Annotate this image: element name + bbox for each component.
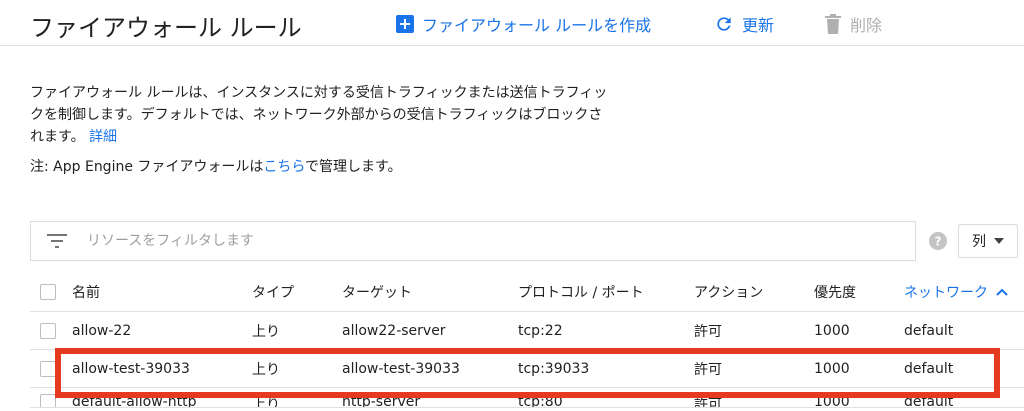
column-header-network[interactable]: ネットワーク (904, 282, 1008, 302)
rule-network[interactable]: default (904, 394, 953, 407)
columns-label: 列 (972, 234, 986, 250)
filter-icon (47, 234, 67, 248)
toolbar: ファイアウォール ルール ファイアウォール ルールを作成 更新 削除 (0, 0, 1024, 46)
rule-target: allow22-server (342, 322, 446, 339)
rule-action: 許可 (694, 323, 722, 340)
rule-network[interactable]: default (904, 323, 953, 339)
app-engine-link[interactable]: こちら (263, 159, 305, 175)
select-all-checkbox[interactable] (40, 283, 56, 300)
rule-priority: 1000 (814, 322, 850, 339)
learn-more-link[interactable]: 詳細 (89, 129, 117, 145)
rule-target: allow-test-39033 (342, 360, 460, 377)
column-header-action[interactable]: アクション (694, 282, 763, 302)
column-header-name[interactable]: 名前 (72, 282, 100, 302)
rule-type: 上り (252, 397, 280, 408)
rule-network[interactable]: default (904, 361, 953, 377)
row-checkbox[interactable] (40, 322, 56, 339)
rule-protocol: tcp:39033 (518, 360, 590, 377)
row-checkbox[interactable] (40, 360, 56, 377)
rule-type: 上り (252, 361, 280, 378)
delete-label: 削除 (850, 16, 883, 35)
create-rule-label: ファイアウォール ルールを作成 (422, 16, 652, 35)
delete-button[interactable]: 削除 (824, 12, 882, 36)
help-icon[interactable]: ? (929, 232, 947, 250)
note-prefix: 注: App Engine ファイアウォールは (30, 159, 264, 175)
table-row[interactable]: allow-22 上り allow22-server tcp:22 許可 100… (30, 312, 1024, 350)
firewall-rules-table: 名前 タイプ ターゲット プロトコル / ポート アクション 優先度 ネットワー… (30, 272, 1024, 408)
column-header-priority[interactable]: 優先度 (814, 282, 856, 302)
refresh-label: 更新 (742, 16, 775, 35)
rule-target: http-server (342, 394, 421, 408)
column-header-type[interactable]: タイプ (252, 282, 294, 302)
note-suffix: で管理します。 (305, 159, 402, 175)
rule-priority: 1000 (814, 360, 850, 377)
svg-text:?: ? (935, 235, 942, 249)
table-header-row: 名前 タイプ ターゲット プロトコル / ポート アクション 優先度 ネットワー… (30, 272, 1024, 312)
caret-down-icon (994, 238, 1004, 244)
rule-name[interactable]: allow-22 (72, 323, 131, 339)
page-title: ファイアウォール ルール (30, 14, 302, 42)
rule-action: 許可 (694, 397, 722, 408)
trash-icon (824, 14, 842, 34)
filter-input[interactable] (87, 233, 867, 249)
rule-protocol: tcp:80 (518, 394, 563, 408)
rule-name[interactable]: allow-test-39033 (72, 361, 190, 377)
filter-bar[interactable] (30, 221, 916, 261)
rule-protocol: tcp:22 (518, 322, 563, 339)
column-header-protocol[interactable]: プロトコル / ポート (518, 282, 644, 302)
rule-type: 上り (252, 323, 280, 340)
rule-name[interactable]: default-allow-http (72, 394, 196, 407)
app-engine-note: 注: App Engine ファイアウォールはこちらで管理します。 (30, 156, 402, 178)
column-header-target[interactable]: ターゲット (342, 282, 412, 302)
table-row[interactable]: default-allow-http 上り http-server tcp:80… (30, 388, 1024, 408)
column-header-network-label: ネットワーク (904, 284, 988, 301)
refresh-icon (714, 14, 734, 34)
columns-button[interactable]: 列 (958, 224, 1018, 258)
sort-ascending-icon (996, 288, 1008, 296)
create-rule-button[interactable]: ファイアウォール ルールを作成 (396, 12, 651, 36)
rule-action: 許可 (694, 361, 722, 378)
description: ファイアウォール ルールは、インスタンスに対する受信トラフィックまたは送信トラフ… (30, 82, 610, 148)
plus-box-icon (396, 15, 414, 33)
refresh-button[interactable]: 更新 (714, 12, 774, 36)
rule-priority: 1000 (814, 394, 850, 408)
row-checkbox[interactable] (40, 394, 56, 407)
table-row[interactable]: allow-test-39033 上り allow-test-39033 tcp… (30, 350, 1024, 388)
